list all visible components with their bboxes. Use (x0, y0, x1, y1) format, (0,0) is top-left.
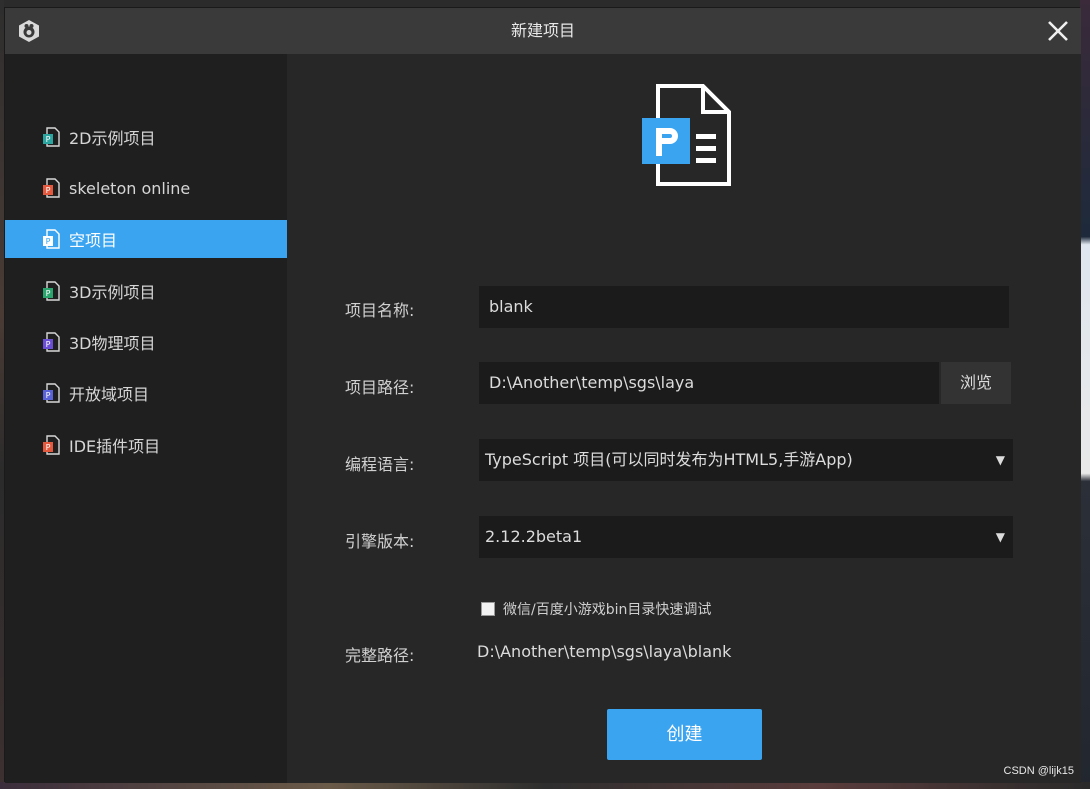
language-label: 编程语言: (345, 455, 415, 474)
sidebar-item-label: 开放域项目 (69, 385, 150, 404)
close-icon[interactable] (1045, 18, 1071, 44)
project-name-input[interactable]: blank (479, 286, 1009, 328)
desktop-background-bottom (0, 782, 1090, 789)
sidebar-item-label: 3D示例项目 (69, 283, 156, 302)
sidebar-item-open-domain[interactable]: P 开放域项目 (5, 374, 287, 412)
project-3d-icon: P (43, 281, 60, 301)
project-skeleton-icon: P (43, 178, 60, 198)
project-path-input[interactable]: D:\Another\temp\sgs\laya (479, 362, 939, 404)
language-select-value: TypeScript 项目(可以同时发布为HTML5,手游App) (485, 450, 853, 469)
sidebar-item-label: 2D示例项目 (69, 129, 156, 148)
project-3d-physics-icon: P (43, 332, 60, 352)
create-button[interactable]: 创建 (607, 709, 762, 760)
dropdown-arrow-icon: ▼ (995, 530, 1005, 544)
full-path-value: D:\Another\temp\sgs\laya\blank (477, 642, 732, 661)
browse-button[interactable]: 浏览 (941, 362, 1011, 404)
svg-text:P: P (46, 135, 51, 144)
engine-version-label: 引擎版本: (345, 532, 415, 551)
svg-text:P: P (46, 443, 51, 452)
sidebar-item-3d-sample[interactable]: P 3D示例项目 (5, 272, 287, 310)
sidebar-item-skeleton-online[interactable]: P skeleton online (5, 169, 287, 207)
quick-debug-checkbox[interactable] (481, 602, 495, 616)
engine-version-value: 2.12.2beta1 (485, 527, 583, 546)
title-bar[interactable]: 新建项目 (5, 8, 1081, 54)
project-type-sidebar: P 2D示例项目 P skeleton online P 空项目 P 3D示例项… (5, 54, 305, 783)
dialog-title: 新建项目 (510, 21, 575, 40)
sidebar-item-label: 3D物理项目 (69, 334, 156, 353)
sidebar-item-label: IDE插件项目 (69, 437, 161, 456)
new-project-dialog: 新建项目 P 2D示例项目 P skeleton online P 空项目 P … (4, 7, 1081, 783)
sidebar-item-ide-plugin[interactable]: P IDE插件项目 (5, 426, 287, 464)
desktop-background-right (1080, 0, 1090, 789)
project-name-label: 项目名称: (345, 301, 415, 320)
quick-debug-option: 微信/百度小游戏bin目录快速调试 (481, 599, 711, 619)
project-blank-icon: P (43, 229, 60, 249)
full-path-label: 完整路径: (345, 646, 415, 665)
sidebar-item-2d-sample[interactable]: P 2D示例项目 (5, 118, 287, 156)
blank-project-icon (642, 84, 731, 186)
svg-text:P: P (46, 340, 51, 349)
project-2d-icon: P (43, 127, 60, 147)
svg-text:P: P (46, 237, 51, 246)
sidebar-item-label: skeleton online (69, 178, 191, 198)
project-path-label: 项目路径: (345, 378, 415, 397)
project-ide-plugin-icon: P (43, 435, 60, 455)
sidebar-item-blank-project[interactable]: P 空项目 (5, 220, 305, 258)
project-open-domain-icon: P (43, 383, 60, 403)
watermark: CSDN @lijk15 (1003, 765, 1074, 777)
sidebar-item-3d-physics[interactable]: P 3D物理项目 (5, 323, 287, 361)
sidebar-item-label: 空项目 (69, 231, 118, 250)
svg-text:P: P (46, 186, 51, 195)
dropdown-arrow-icon: ▼ (995, 453, 1005, 467)
language-select[interactable]: TypeScript 项目(可以同时发布为HTML5,手游App) ▼ (479, 439, 1013, 481)
svg-text:P: P (46, 289, 51, 298)
engine-version-select[interactable]: 2.12.2beta1 ▼ (479, 516, 1013, 558)
project-settings-panel: 项目名称: blank 项目路径: D:\Another\temp\sgs\la… (287, 54, 1081, 783)
quick-debug-label: 微信/百度小游戏bin目录快速调试 (503, 602, 712, 618)
svg-text:P: P (46, 391, 51, 400)
